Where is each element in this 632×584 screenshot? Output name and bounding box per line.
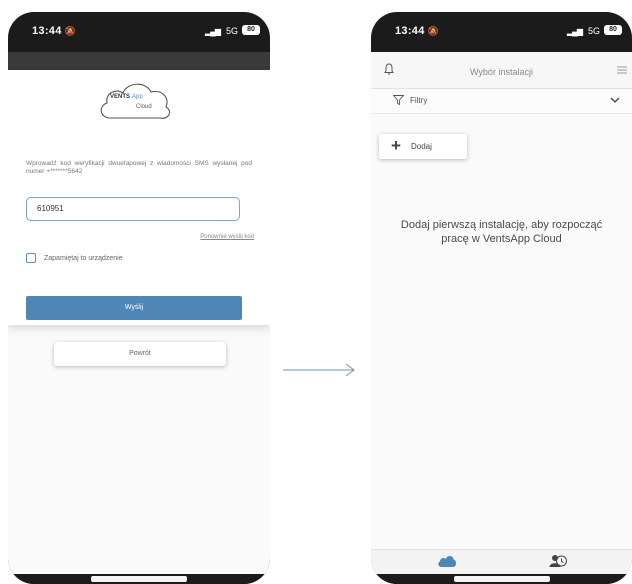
remember-device-checkbox[interactable]: [26, 253, 36, 263]
remember-device-label: Zapamiętaj to urządzenie: [44, 254, 123, 262]
signal-icon: ▂▄▆: [567, 27, 583, 36]
top-strip: [8, 52, 270, 70]
filter-bar[interactable]: Filtry: [371, 89, 632, 114]
verification-code-input[interactable]: 610951: [26, 197, 240, 221]
plus-icon: +: [391, 136, 401, 155]
home-indicator: [8, 574, 270, 584]
menu-icon[interactable]: [617, 66, 627, 74]
user-icon[interactable]: [549, 553, 567, 569]
back-button[interactable]: Powrót: [54, 342, 226, 366]
app-header: Wybór instalacji: [371, 52, 632, 89]
battery-icon: 80: [242, 25, 260, 35]
filter-icon: [393, 95, 404, 105]
page-title: Wybór instalacji: [470, 67, 533, 77]
bottom-tab-bar: [371, 549, 632, 574]
phone-installation-select: 13:44 🔕 ▂▄▆ 5G 80 Wybór instalacji Filtry: [371, 12, 632, 584]
logo-brand: VENTS: [110, 94, 131, 100]
add-button-label: Dodaj: [411, 142, 432, 151]
signal-icon: ▂▄▆: [205, 27, 221, 36]
cloud-icon[interactable]: [437, 555, 457, 567]
status-bar: 13:44 🔕 ▂▄▆ 5G 80: [8, 12, 270, 52]
send-button[interactable]: Wyślij: [26, 296, 242, 320]
logo-app: App: [132, 94, 143, 100]
battery-icon: 80: [604, 25, 622, 35]
add-installation-button[interactable]: + Dodaj: [379, 134, 467, 159]
muted-bell-icon: 🔕: [427, 26, 440, 36]
verification-card: VENTS App Cloud Wprowadź kod weryfikacji …: [8, 70, 270, 325]
network-type: 5G: [225, 26, 238, 36]
chevron-down-icon[interactable]: [610, 97, 620, 103]
cloud-logo-icon: [100, 83, 171, 119]
vents-logo: VENTS App Cloud: [96, 78, 174, 126]
installation-screen: Wybór instalacji Filtry + Dodaj Dodaj pi…: [371, 52, 632, 574]
logo-sub: Cloud: [136, 104, 152, 110]
network-type: 5G: [587, 26, 600, 36]
verification-screen: VENTS App Cloud Wprowadź kod weryfikacji …: [8, 52, 270, 574]
muted-bell-icon: 🔕: [64, 26, 77, 36]
arrow-right-icon: [283, 363, 355, 377]
status-bar: 13:44 🔕 ▂▄▆ 5G 80: [371, 12, 632, 52]
empty-state-message: Dodaj pierwszą instalację, aby rozpocząć…: [400, 219, 603, 245]
phone-verification: 13:44 🔕 ▂▄▆ 5G 80 VENTS App Cloud Wprowadź…: [8, 12, 270, 584]
home-indicator: [371, 574, 632, 584]
status-time: 13:44: [32, 25, 62, 37]
remember-device-row[interactable]: Zapamiętaj to urządzenie: [26, 253, 123, 263]
verification-message: Wprowadź kod weryfikacji dwuetapowej z w…: [26, 160, 252, 175]
status-time: 13:44: [395, 25, 425, 37]
resend-code-link[interactable]: Ponownie wyślij kod: [200, 234, 254, 240]
filter-label: Filtry: [410, 96, 428, 105]
